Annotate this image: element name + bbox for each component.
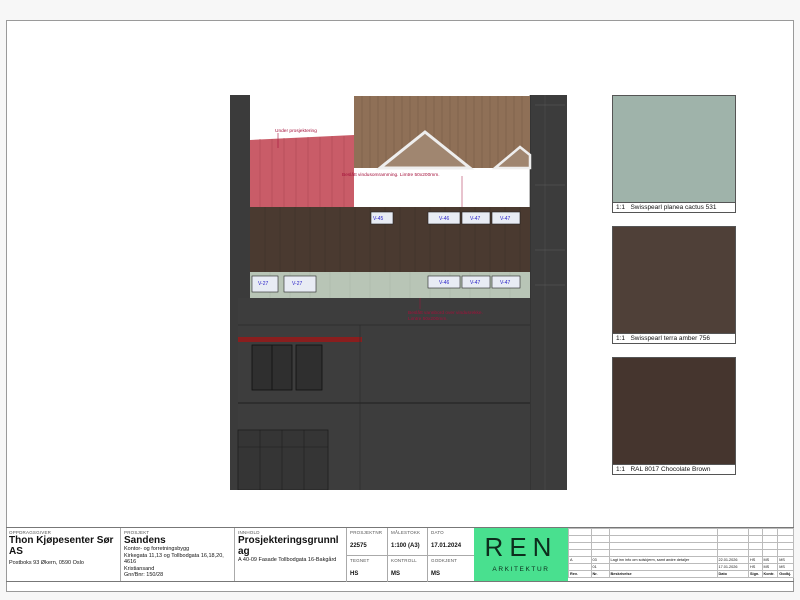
content-cell: INNHOLD Prosjekteringsgrunnlag A 40-09 F…: [234, 528, 346, 581]
swatch-color: [613, 227, 735, 334]
facade-elevation-drawing: V-45 V-46 V-47 V-47 V-27 V-27 V-46 V-47 …: [230, 95, 567, 490]
project-number-cell: PROSJEKTNR 22575: [346, 528, 387, 555]
checked-by-cell: KONTROLL MS: [387, 555, 427, 582]
swatch-color: [613, 358, 735, 465]
window-label: V-46: [439, 216, 450, 222]
drawing-subtitle: A 40-09 Fasade Tollbodgata 16-Bakgård: [238, 557, 337, 563]
annotation-vannbord: Beslått vannbord over vindusrekke.: [408, 309, 483, 316]
window-label: V-47: [470, 280, 481, 286]
client-name: Thon Kjøpesenter Sør AS: [9, 535, 114, 557]
project-name: Sandens: [124, 535, 166, 546]
window-label: V-47: [500, 280, 511, 286]
scale-cell: MÅLESTOKK 1:100 (A3): [387, 528, 427, 555]
window-label: V-27: [292, 281, 303, 287]
date-cell: DATO 17.01.2024: [427, 528, 474, 555]
drawn-by-cell: TEGNET HS: [346, 555, 387, 582]
storefront-window: [295, 344, 323, 391]
swatch-caption: 1:1 RAL 8017 Chocolate Brown: [613, 464, 735, 474]
annotation-vindusomramming: Beslått vindusomramming. Limtre 50x200mm…: [342, 171, 440, 178]
client-address: Postboks 93 Økern, 0590 Oslo: [9, 560, 84, 566]
annotation-limtre: Limtre 50x200mm.: [408, 316, 448, 322]
material-swatch: 1:1 Swisspearl terra amber 756: [612, 226, 736, 344]
approved-by-cell: GODKJENT MS: [427, 555, 474, 582]
window-label: V-45: [373, 216, 384, 222]
revision-table: A 03 Lagt inn info om solskjerm, samt andr…: [568, 528, 794, 581]
material-swatch: 1:1 RAL 8017 Chocolate Brown: [612, 357, 736, 475]
ground-window: [237, 429, 329, 490]
revision-header: Rev. Nr. Beskrivelse Dato Sign. Kontr. Godkj.: [568, 570, 794, 578]
revision-row: 01 17.01.2026 HS MS MS: [568, 563, 794, 571]
revision-row: A 03 Lagt inn info om solskjerm, samt andr…: [568, 556, 794, 564]
material-swatch: 1:1 Swisspearl planea cactus 531: [612, 95, 736, 213]
swatch-caption: 1:1 Swisspearl planea cactus 531: [613, 202, 735, 212]
client-cell: OPPDRAGSGIVER Thon Kjøpesenter Sør AS Po…: [6, 528, 120, 581]
swatch-color: [613, 96, 735, 203]
window-label: V-27: [258, 281, 269, 287]
window-label: V-47: [470, 216, 481, 222]
window-label: V-46: [439, 280, 450, 286]
right-building: [530, 95, 567, 490]
window-label: V-47: [500, 216, 511, 222]
title-block: OPPDRAGSGIVER Thon Kjøpesenter Sør AS Po…: [6, 527, 794, 582]
red-roof: [250, 135, 354, 213]
drawing-title: Prosjekteringsgrunnlag: [238, 535, 339, 557]
ren-arkitektur-logo: REN ARKITEKTUR: [474, 528, 568, 581]
swatch-caption: 1:1 Swisspearl terra amber 756: [613, 333, 735, 343]
annotation-under-prosjektering: Under prosjektering: [275, 128, 317, 134]
project-cell: PROSJEKT Sandens Kontor- og forretningsb…: [120, 528, 234, 581]
